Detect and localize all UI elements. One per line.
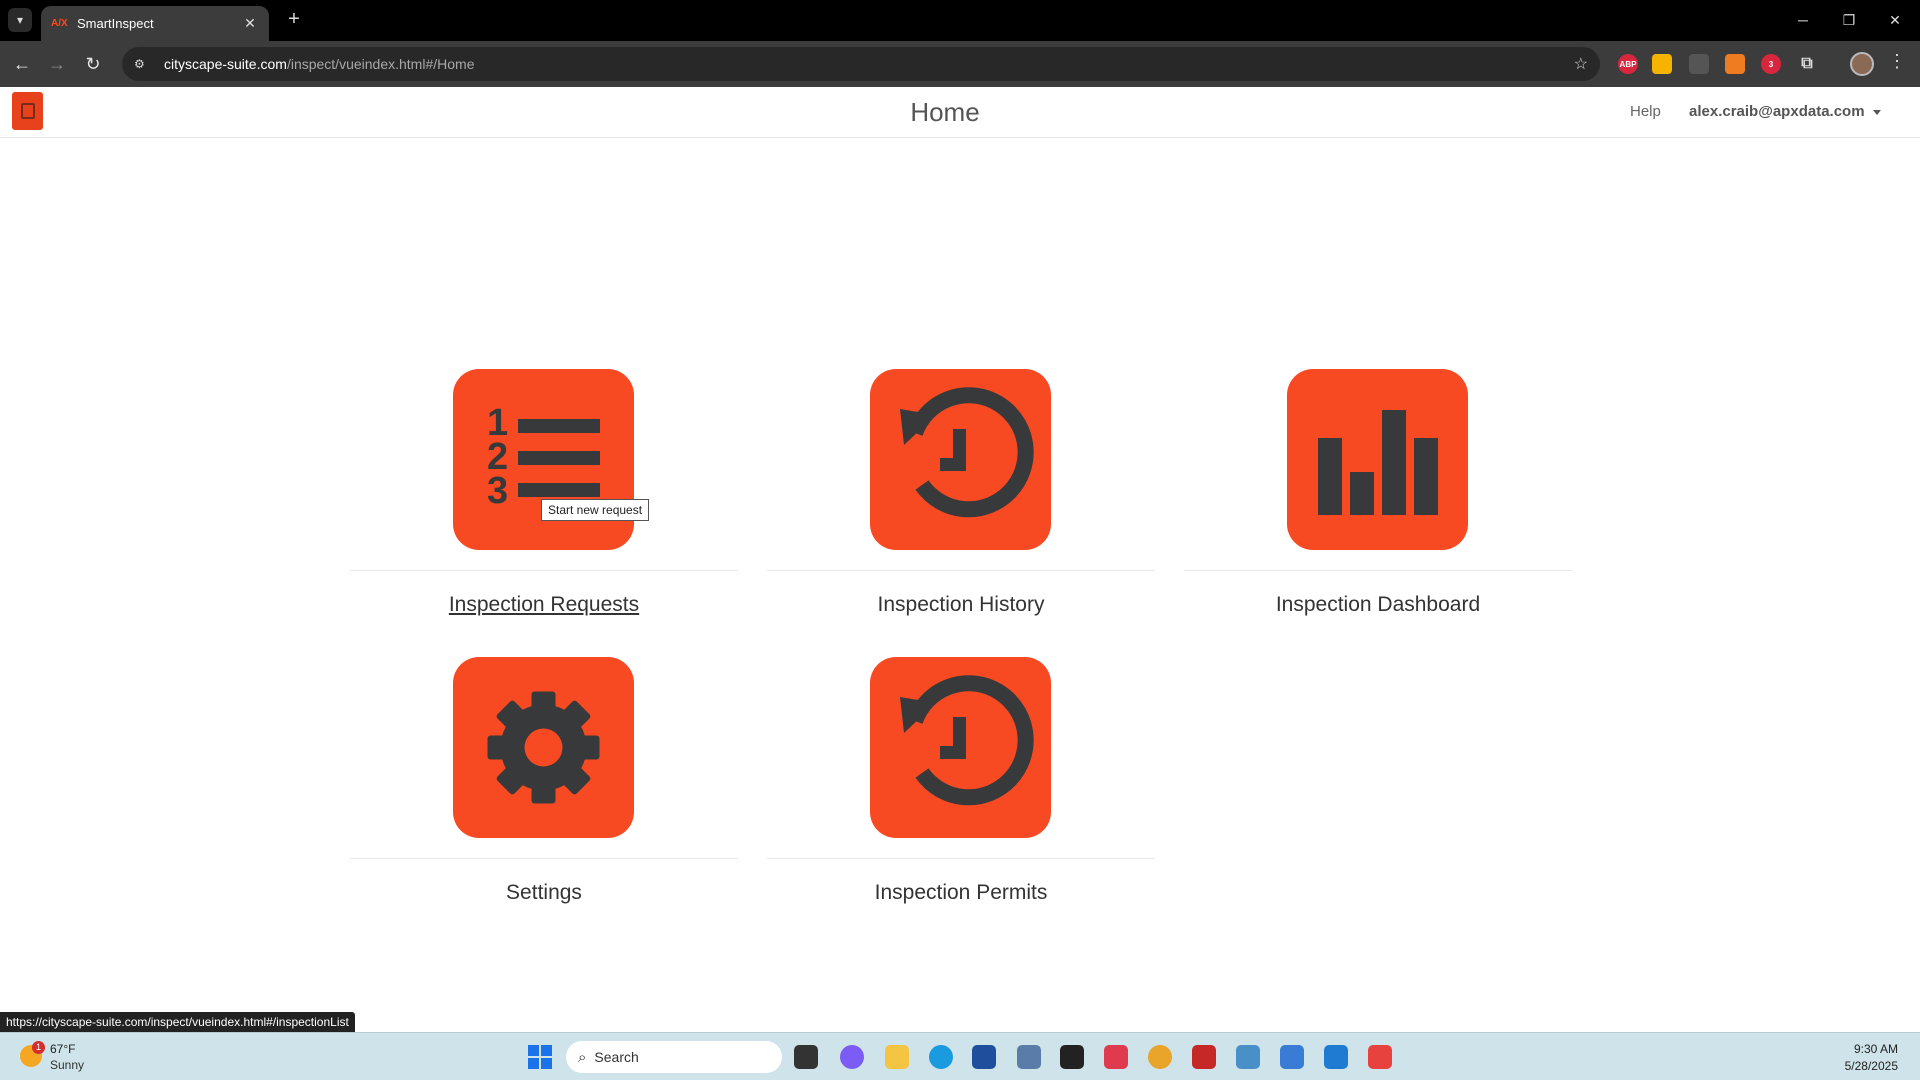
- tile-divider: [767, 858, 1155, 859]
- tooltip: Start new request: [541, 499, 650, 521]
- notes-extension-icon[interactable]: [1652, 54, 1672, 74]
- tab-title: SmartInspect: [77, 16, 154, 31]
- site-info-icon[interactable]: ⚙: [134, 57, 154, 71]
- tile-label[interactable]: Inspection Permits: [767, 881, 1155, 905]
- minimize-button[interactable]: ─: [1780, 6, 1826, 34]
- tile-inspection-dashboard[interactable]: Inspection Dashboard: [1184, 369, 1572, 639]
- weather-temp[interactable]: 67°F: [50, 1042, 75, 1056]
- numbered-list-icon: 1 2 3: [487, 402, 600, 512]
- tile-divider: [350, 858, 738, 859]
- vscode-icon[interactable]: [1324, 1045, 1348, 1069]
- tab-close-icon[interactable]: ✕: [241, 15, 259, 32]
- tile-divider: [1184, 570, 1572, 571]
- browser-menu-icon[interactable]: ⋮: [1888, 51, 1906, 72]
- history-icon: [900, 675, 1034, 806]
- extension-badge: 3: [1768, 59, 1774, 69]
- windows-start-icon[interactable]: [528, 1045, 552, 1069]
- user-email: alex.craib@apxdata.com: [1689, 103, 1865, 120]
- tile-icon-box[interactable]: [870, 657, 1051, 838]
- help-link[interactable]: Help: [1630, 103, 1661, 120]
- clock-time[interactable]: 9:30 AM: [1854, 1042, 1898, 1056]
- store-icon[interactable]: [972, 1045, 996, 1069]
- tile-icon-box[interactable]: [870, 369, 1051, 550]
- url-path: /inspect/vueindex.html#/Home: [286, 56, 475, 72]
- address-bar[interactable]: ⚙ cityscape-suite.com/inspect/vueindex.h…: [122, 47, 1600, 81]
- adblock-extension-icon[interactable]: ABP: [1618, 54, 1638, 74]
- gear-icon: [487, 691, 600, 804]
- weather-badge: 1: [32, 1041, 45, 1054]
- hubspot-extension-icon[interactable]: [1725, 54, 1745, 74]
- task-view-icon[interactable]: [794, 1045, 818, 1069]
- search-icon: ⌕: [578, 1048, 587, 1066]
- tab-favicon-icon: A/X: [51, 17, 68, 29]
- search-label: Search: [594, 1049, 639, 1065]
- taskbar: 1 67°F Sunny ⌕ Search 9:30 AM 5/28/2025: [0, 1032, 1920, 1080]
- app-k-icon[interactable]: [1192, 1045, 1216, 1069]
- user-menu[interactable]: alex.craib@apxdata.com: [1689, 103, 1881, 120]
- tile-label[interactable]: Inspection Dashboard: [1184, 593, 1572, 617]
- extension-icon[interactable]: [1689, 54, 1709, 74]
- status-bar-url: https://cityscape-suite.com/inspect/vuei…: [0, 1012, 355, 1032]
- caret-down-icon: [1872, 109, 1881, 115]
- browser-toolbar: ← → ↻ ⚙ cityscape-suite.com/inspect/vuei…: [0, 41, 1920, 87]
- page-title: Home: [910, 97, 980, 127]
- sql-app-icon[interactable]: [1017, 1045, 1041, 1069]
- snipping-tool-icon[interactable]: [1236, 1045, 1260, 1069]
- tile-divider: [350, 570, 738, 571]
- tile-label[interactable]: Inspection History: [767, 593, 1155, 617]
- tile-inspection-history[interactable]: Inspection History: [767, 369, 1155, 639]
- app-header: Home Help alex.craib@apxdata.com: [0, 87, 1920, 138]
- bar-chart-icon: [1318, 410, 1438, 515]
- tile-label[interactable]: Inspection Requests: [350, 593, 738, 617]
- taskbar-search[interactable]: ⌕ Search: [566, 1041, 782, 1073]
- tile-inspection-permits[interactable]: Inspection Permits: [767, 657, 1155, 927]
- edge-icon[interactable]: [929, 1045, 953, 1069]
- url-host: cityscape-suite.com: [164, 56, 287, 72]
- tile-icon-box[interactable]: 1 2 3: [453, 369, 634, 550]
- tile-icon-box[interactable]: [453, 657, 634, 838]
- new-tab-button[interactable]: +: [282, 8, 306, 32]
- tile-label[interactable]: Settings: [350, 881, 738, 905]
- extensions-puzzle-icon[interactable]: ⧉: [1797, 54, 1817, 74]
- weather-condition[interactable]: Sunny: [50, 1058, 84, 1072]
- restore-button[interactable]: ❐: [1826, 6, 1872, 34]
- badge-extension-icon[interactable]: 3: [1761, 54, 1781, 74]
- browser-tab[interactable]: A/X SmartInspect ✕: [41, 6, 269, 41]
- tile-divider: [767, 570, 1155, 571]
- file-explorer-icon[interactable]: [885, 1045, 909, 1069]
- browser-tab-bar: ▾ A/X SmartInspect ✕ + ─ ❐ ✕: [0, 0, 1920, 41]
- forward-button[interactable]: →: [43, 50, 71, 78]
- chrome-icon[interactable]: [1148, 1045, 1172, 1069]
- profile-avatar[interactable]: [1850, 52, 1874, 76]
- bookmark-star-icon[interactable]: ☆: [1574, 54, 1588, 74]
- app-icon[interactable]: [1368, 1045, 1392, 1069]
- close-window-button[interactable]: ✕: [1872, 6, 1918, 34]
- app-icon[interactable]: [1104, 1045, 1128, 1069]
- history-icon: [900, 387, 1034, 518]
- back-button[interactable]: ←: [8, 50, 36, 78]
- copilot-icon[interactable]: [840, 1045, 864, 1069]
- reload-button[interactable]: ↻: [79, 50, 107, 78]
- clock-date[interactable]: 5/28/2025: [1845, 1059, 1898, 1073]
- terminal-icon[interactable]: [1060, 1045, 1084, 1069]
- tile-icon-box[interactable]: [1287, 369, 1468, 550]
- tile-settings[interactable]: Settings: [350, 657, 738, 927]
- notepad-icon[interactable]: [1280, 1045, 1304, 1069]
- svg-text:3: 3: [487, 470, 508, 512]
- tab-search-dropdown-icon[interactable]: ▾: [8, 8, 32, 32]
